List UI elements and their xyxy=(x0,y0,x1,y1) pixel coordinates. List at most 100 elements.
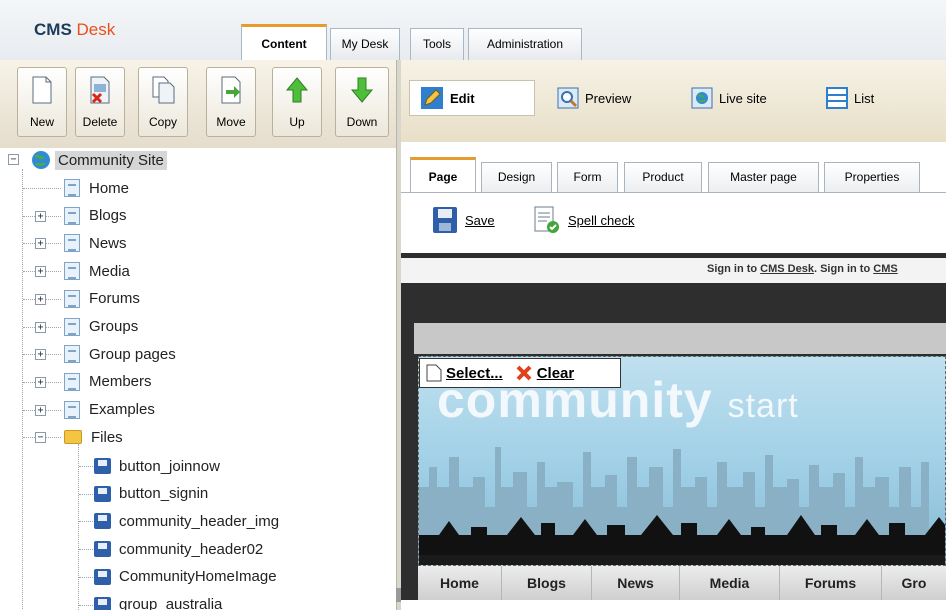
tree-node-label: Examples xyxy=(89,401,155,419)
save-button[interactable]: Save xyxy=(431,205,495,235)
down-label: Down xyxy=(346,115,378,129)
tree-guide xyxy=(79,493,93,495)
tree-guide xyxy=(23,188,61,189)
tree-file-5[interactable]: group_australia xyxy=(94,594,225,610)
expand-toggle[interactable]: + xyxy=(35,404,46,416)
tab-tools[interactable]: Tools xyxy=(410,28,464,60)
move-doc-icon xyxy=(221,76,241,104)
tree-node-9[interactable]: Files xyxy=(64,426,126,448)
app-logo: CMS Desk xyxy=(34,20,115,40)
tree-guide xyxy=(79,549,93,551)
tree-guide xyxy=(79,466,93,467)
document-icon xyxy=(64,345,80,364)
tree-file-1[interactable]: button_signin xyxy=(94,483,211,505)
tree-node-8[interactable]: Examples xyxy=(64,399,158,421)
live-site-button[interactable]: Live site xyxy=(681,80,801,116)
move-label: Move xyxy=(216,115,246,129)
clear-link[interactable]: Clear xyxy=(537,365,575,382)
expand-toggle[interactable]: + xyxy=(35,321,46,333)
cms-link[interactable]: CMS xyxy=(873,263,897,275)
nav-news[interactable]: News xyxy=(592,566,680,600)
down-button[interactable]: Down xyxy=(335,67,389,137)
expand-toggle[interactable]: + xyxy=(35,349,46,361)
tab-content[interactable]: Content xyxy=(241,24,327,61)
list-label: List xyxy=(854,90,875,106)
file-icon xyxy=(94,541,111,558)
up-button[interactable]: Up xyxy=(272,67,322,137)
tree-node-label: Community Site xyxy=(55,150,167,170)
clear-x-icon xyxy=(516,365,532,381)
tree-file-label: community_header_img xyxy=(119,512,280,530)
save-label: Save xyxy=(465,212,495,228)
up-label: Up xyxy=(289,115,305,129)
collapse-toggle[interactable]: − xyxy=(35,432,46,444)
list-button[interactable]: List xyxy=(816,80,916,116)
edit-pencil-icon xyxy=(421,87,443,109)
spell-check-button[interactable]: Spell check xyxy=(532,205,634,235)
nav-groups[interactable]: Gro xyxy=(882,566,946,600)
tree-guide xyxy=(79,604,93,606)
delete-button[interactable]: Delete xyxy=(75,67,125,137)
tab-my-desk[interactable]: My Desk xyxy=(330,28,400,60)
logo-cms: CMS xyxy=(34,20,72,39)
tree-node-2[interactable]: News xyxy=(64,232,130,254)
nav-media[interactable]: Media xyxy=(680,566,780,600)
tree-node-4[interactable]: Forums xyxy=(64,288,143,310)
expand-toggle[interactable]: + xyxy=(35,210,46,222)
tree-guide xyxy=(78,444,79,610)
preview-button[interactable]: Preview xyxy=(547,80,665,116)
nav-blogs[interactable]: Blogs xyxy=(502,566,592,600)
sign-in-bar: Sign in to CMS Desk. Sign in to CMS xyxy=(401,258,946,283)
select-link[interactable]: Select... xyxy=(446,365,503,382)
document-icon xyxy=(64,262,80,281)
expand-toggle[interactable]: + xyxy=(35,266,46,278)
tree-file-2[interactable]: community_header_img xyxy=(94,510,282,532)
document-icon xyxy=(64,206,80,225)
tree-file-4[interactable]: CommunityHomeImage xyxy=(94,566,280,588)
tab-product[interactable]: Product xyxy=(624,162,702,192)
tree-file-label: community_header02 xyxy=(119,540,264,558)
tree-node-3[interactable]: Media xyxy=(64,260,133,282)
file-icon xyxy=(94,596,111,610)
tab-administration[interactable]: Administration xyxy=(468,28,582,60)
tree-node-7[interactable]: Members xyxy=(64,371,155,393)
delete-doc-icon xyxy=(90,76,110,104)
file-icon xyxy=(94,485,111,502)
nav-forums[interactable]: Forums xyxy=(780,566,882,600)
tree-file-3[interactable]: community_header02 xyxy=(94,538,266,560)
new-button[interactable]: New xyxy=(17,67,67,137)
tab-master-page[interactable]: Master page xyxy=(708,162,819,192)
edit-label: Edit xyxy=(450,90,475,106)
tree-node-root[interactable]: Community Site xyxy=(30,149,167,171)
tab-properties[interactable]: Properties xyxy=(824,162,920,192)
expand-toggle[interactable]: + xyxy=(35,238,46,250)
tree-node-5[interactable]: Groups xyxy=(64,316,141,338)
cms-desk-link[interactable]: CMS Desk xyxy=(760,263,814,275)
tree-node-0[interactable]: Home xyxy=(64,177,132,199)
tree-file-0[interactable]: button_joinnow xyxy=(94,455,223,477)
document-icon xyxy=(64,400,80,419)
tab-design[interactable]: Design xyxy=(481,162,552,192)
tree-node-1[interactable]: Blogs xyxy=(64,205,130,227)
arrow-down-icon xyxy=(350,77,374,103)
tree-node-label: Media xyxy=(89,262,130,280)
tab-form[interactable]: Form xyxy=(557,162,618,192)
move-button[interactable]: Move xyxy=(206,67,256,137)
delete-label: Delete xyxy=(82,115,118,129)
nav-home[interactable]: Home xyxy=(418,566,502,600)
expand-toggle[interactable]: + xyxy=(35,376,46,388)
document-icon xyxy=(426,364,442,382)
new-doc-icon xyxy=(32,76,52,104)
copy-doc-icon xyxy=(152,76,175,104)
expand-toggle[interactable]: + xyxy=(35,293,46,305)
tab-page[interactable]: Page xyxy=(410,157,476,193)
globe-icon xyxy=(691,87,713,109)
tree-file-label: button_joinnow xyxy=(119,457,220,475)
file-icon xyxy=(94,568,111,585)
tree-node-6[interactable]: Group pages xyxy=(64,343,179,365)
collapse-toggle[interactable]: − xyxy=(8,154,19,165)
copy-button[interactable]: Copy xyxy=(138,67,188,137)
tree-guide xyxy=(79,576,93,578)
spell-check-label: Spell check xyxy=(568,212,635,228)
edit-button[interactable]: Edit xyxy=(409,80,535,116)
